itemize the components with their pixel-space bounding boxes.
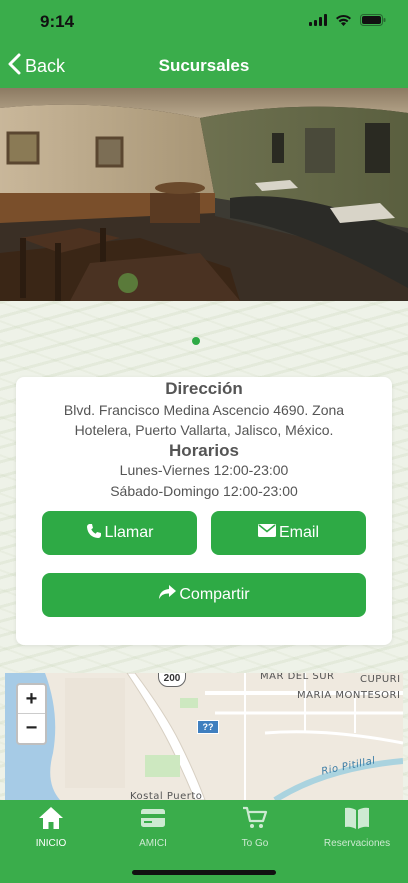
screen: 9:14 Back Sucursales Dirección Blvd. Fra… [0, 0, 408, 883]
tab-label-to-go: To Go [241, 838, 269, 849]
road-shield: 200 [158, 673, 186, 687]
map-label-street-1: MAR DEL SUR [260, 673, 335, 682]
page-title: Sucursales [158, 56, 250, 75]
map-marker-icon[interactable]: ?? [197, 720, 219, 734]
tab-label-reservaciones: Reservaciones [323, 838, 391, 849]
hours-weekend: Sábado-Domingo 12:00-23:00 [110, 483, 298, 499]
email-label: Email [278, 524, 319, 541]
status-bar: 9:14 [0, 0, 408, 44]
book-icon [344, 807, 370, 834]
envelope-icon [257, 524, 276, 542]
cart-icon [242, 806, 268, 834]
signal-icon [309, 13, 327, 31]
address-line-1: Blvd. Francisco Medina Ascencio 4690. Zo… [63, 402, 345, 418]
status-time: 9:14 [40, 12, 75, 31]
wifi-icon [335, 13, 352, 31]
carousel-page-indicator[interactable] [192, 337, 200, 345]
address-line-2: Hotelera, Puerto Vallarta, Jalisco, Méxi… [74, 422, 334, 438]
tab-inicio[interactable]: INICIO [0, 806, 102, 856]
zoom-in-button[interactable]: + [18, 685, 45, 714]
share-button[interactable]: Compartir [42, 573, 366, 617]
email-button[interactable]: Email [211, 511, 366, 555]
map-label-street-2: CUPURI [360, 674, 401, 685]
tab-amici[interactable]: AMICI [102, 806, 204, 856]
call-button[interactable]: Llamar [42, 511, 197, 555]
tab-to-go[interactable]: To Go [204, 806, 306, 856]
phone-icon [86, 523, 102, 544]
address-heading: Dirección [165, 379, 243, 398]
location-map[interactable]: + − 200 ?? MAR DEL SUR CUPURI MARIA MONT… [5, 673, 403, 800]
map-zoom-control: + − [16, 683, 47, 745]
header: 9:14 Back Sucursales [0, 0, 408, 88]
share-label: Compartir [179, 586, 250, 603]
map-label-street-3: MARIA MONTESORI [297, 690, 401, 701]
card-icon [140, 809, 166, 834]
status-icons [309, 13, 386, 31]
tab-label-amici: AMICI [139, 838, 167, 849]
tab-label-inicio: INICIO [35, 838, 67, 849]
battery-icon [360, 13, 386, 31]
home-icon [38, 807, 64, 834]
map-label-place: Kostal Puerto [130, 791, 203, 800]
tab-reservaciones[interactable]: Reservaciones [306, 806, 408, 856]
branch-info-card: Dirección Blvd. Francisco Medina Ascenci… [16, 377, 392, 645]
home-indicator[interactable] [132, 870, 276, 875]
zoom-out-button[interactable]: − [18, 714, 45, 743]
hero-photo [0, 88, 408, 301]
share-arrow-icon [158, 585, 177, 605]
hours-weekdays: Lunes-Viernes 12:00-23:00 [119, 462, 289, 478]
nav-bar: Back Sucursales [0, 44, 408, 88]
call-label: Llamar [104, 524, 154, 541]
hours-heading: Horarios [169, 441, 239, 460]
